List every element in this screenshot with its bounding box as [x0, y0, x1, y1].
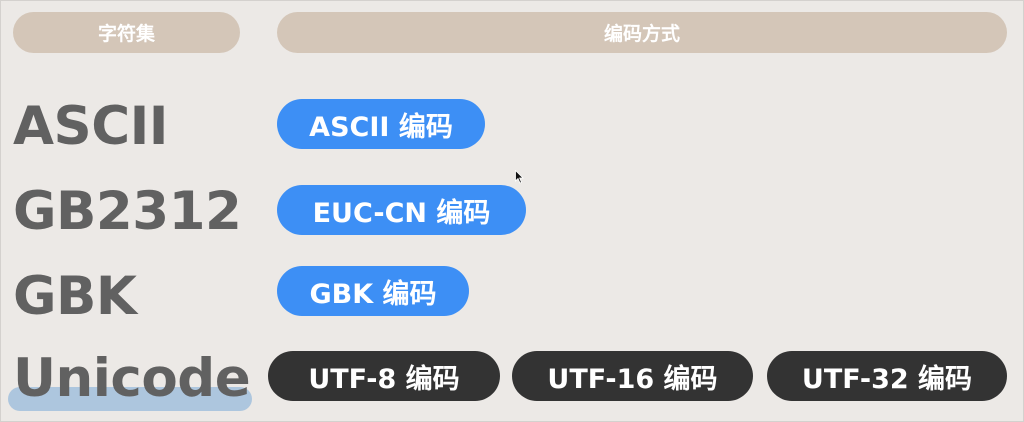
- mouse-pointer-icon: [515, 170, 524, 184]
- encoding-euc-cn-pill: EUC-CN 编码: [277, 185, 526, 235]
- encoding-utf8-pill: UTF-8 编码: [268, 351, 500, 401]
- encoding-utf16-pill: UTF-16 编码: [512, 351, 753, 401]
- charset-gb2312: GB2312: [13, 181, 242, 242]
- encoding-utf32-pill: UTF-32 编码: [767, 351, 1007, 401]
- encoding-euc-cn-label: EUC-CN 编码: [312, 197, 491, 229]
- encoding-utf8-label: UTF-8 编码: [308, 363, 460, 395]
- encoding-column-header-label: 编码方式: [603, 23, 680, 45]
- encoding-utf16-label: UTF-16 编码: [547, 363, 718, 395]
- charset-ascii: ASCII: [13, 96, 169, 157]
- encoding-column-header: 编码方式: [277, 12, 1007, 53]
- charset-column-header-label: 字符集: [97, 23, 155, 45]
- encoding-utf32-label: UTF-32 编码: [801, 363, 973, 395]
- encoding-gbk-pill: GBK 编码: [277, 266, 469, 316]
- charset-column-header: 字符集: [13, 12, 240, 53]
- encoding-ascii-label: ASCII 编码: [309, 111, 453, 143]
- charset-gbk: GBK: [13, 266, 137, 327]
- charset-unicode: Unicode: [13, 348, 251, 409]
- encoding-ascii-pill: ASCII 编码: [277, 99, 485, 149]
- encoding-gbk-label: GBK 编码: [309, 278, 437, 310]
